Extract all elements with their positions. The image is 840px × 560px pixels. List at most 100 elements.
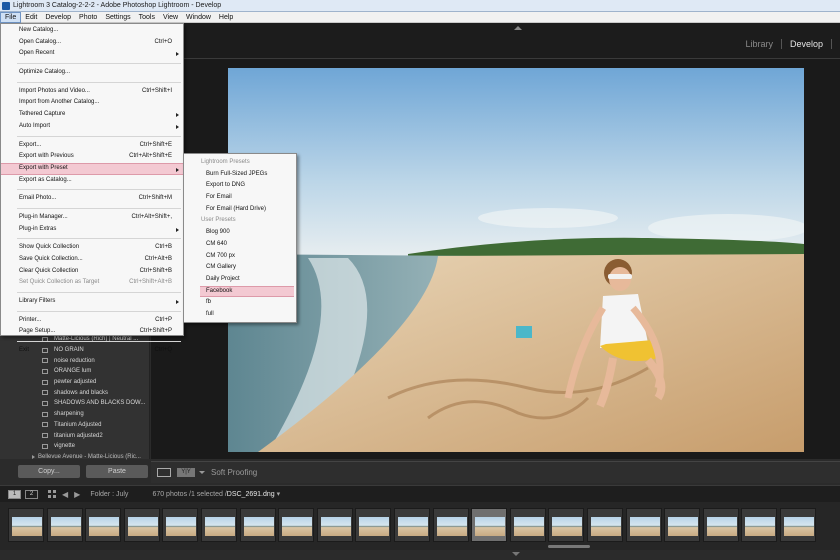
menu-item-import-photos-and-video[interactable]: Import Photos and Video... Ctrl+Shift+I	[1, 86, 183, 98]
filmstrip-thumbnail[interactable]	[355, 508, 392, 542]
preset-folder[interactable]: Bellevue Avenue - Matte-Licious (Ric...	[18, 452, 148, 462]
menu-item-printer[interactable]: Printer... Ctrl+P	[1, 315, 183, 327]
main-photo[interactable]	[228, 68, 804, 452]
soft-proofing-label[interactable]: Soft Proofing	[211, 468, 257, 477]
selected-filename[interactable]: DSC_2691.dng	[227, 491, 275, 498]
menu-item-daily-project[interactable]: Daily Project	[184, 274, 296, 286]
filmstrip-thumbnail[interactable]	[625, 508, 662, 542]
filmstrip-thumbnail[interactable]	[85, 508, 122, 542]
copy-button[interactable]: Copy...	[18, 465, 80, 478]
menu-item-export-as-catalog[interactable]: Export as Catalog...	[1, 175, 183, 187]
module-m[interactable]: M	[832, 39, 840, 49]
menu-item-export-with-previous[interactable]: Export with Previous Ctrl+Alt+Shift+E	[1, 151, 183, 163]
menu-item-for-email-hard-drive[interactable]: For Email (Hard Drive)	[184, 204, 296, 216]
preset-item[interactable]: ORANGE lum	[18, 366, 148, 377]
menu-item-tethered-capture[interactable]: Tethered Capture	[1, 109, 183, 121]
menu-tools[interactable]: Tools	[135, 12, 159, 23]
preset-item[interactable]: sharpening	[18, 409, 148, 420]
menu-item-plug-in-manager[interactable]: Plug-in Manager... Ctrl+Alt+Shift+,	[1, 212, 183, 224]
menu-item-blog-900[interactable]: Blog 900	[184, 227, 296, 239]
preset-item[interactable]: vignette	[18, 441, 148, 452]
menu-item-full[interactable]: full	[184, 309, 296, 321]
menu-file[interactable]: File	[0, 11, 22, 23]
filmstrip-source[interactable]: Folder : July	[90, 491, 128, 498]
thumbnail-image	[205, 517, 235, 536]
disclosure-triangle-icon[interactable]	[32, 454, 35, 459]
menu-item-open-catalog[interactable]: Open Catalog... Ctrl+O	[1, 37, 183, 49]
menu-item-cm-gallery[interactable]: CM Gallery	[184, 262, 296, 274]
collapse-top-panel-icon[interactable]	[514, 26, 522, 30]
menu-item-for-email[interactable]: For Email	[184, 192, 296, 204]
menu-item-optimize-catalog[interactable]: Optimize Catalog...	[1, 67, 183, 79]
grid-view-icon[interactable]	[48, 490, 56, 498]
module-develop[interactable]: Develop	[782, 39, 832, 49]
back-arrow-icon[interactable]: ◀	[62, 490, 68, 499]
before-after-dropdown-icon[interactable]	[199, 471, 205, 474]
menu-item-open-recent[interactable]: Open Recent	[1, 48, 183, 60]
preset-item[interactable]: SHADOWS AND BLACKS DOW...	[18, 398, 148, 409]
paste-button[interactable]: Paste	[86, 465, 148, 478]
filmstrip-thumbnail[interactable]	[162, 508, 199, 542]
title-bar: Lightroom 3 Catalog-2-2-2 - Adobe Photos…	[0, 0, 840, 12]
filmstrip-thumbnail[interactable]	[46, 508, 83, 542]
filmstrip-thumbnail[interactable]	[702, 508, 739, 542]
menu-item-clear-quick-collection[interactable]: Clear Quick Collection Ctrl+Shift+B	[1, 266, 183, 278]
preset-item[interactable]: titanium adjusted2	[18, 430, 148, 441]
filmstrip-thumbnail[interactable]	[664, 508, 701, 542]
menu-photo[interactable]: Photo	[75, 12, 101, 23]
menu-separator	[17, 289, 181, 294]
before-after-toggle[interactable]: Y|Y	[177, 468, 195, 477]
filmstrip-scrollbar[interactable]	[548, 545, 590, 548]
menu-item-exit[interactable]: Exit Ctrl+Q	[1, 345, 183, 357]
menu-settings[interactable]: Settings	[101, 12, 134, 23]
preset-item[interactable]: noise reduction	[18, 355, 148, 366]
menu-window[interactable]: Window	[182, 12, 215, 23]
menu-item-email-photo[interactable]: Email Photo... Ctrl+Shift+M	[1, 193, 183, 205]
filmstrip-thumbnail[interactable]	[278, 508, 315, 542]
menu-item-burn-full-sized-jpegs[interactable]: Burn Full-Sized JPEGs	[184, 169, 296, 181]
menu-item-export-with-preset[interactable]: Export with Preset	[1, 162, 183, 175]
menu-item-page-setup[interactable]: Page Setup... Ctrl+Shift+P	[1, 326, 183, 338]
menu-item-facebook[interactable]: Facebook	[200, 285, 294, 298]
menu-develop[interactable]: Develop	[41, 12, 75, 23]
menu-item-library-filters[interactable]: Library Filters	[1, 296, 183, 308]
preset-item[interactable]: shadows and blacks	[18, 387, 148, 398]
menu-item-auto-import[interactable]: Auto Import	[1, 121, 183, 133]
filmstrip-thumbnail[interactable]	[587, 508, 623, 542]
menu-item-plug-in-extras[interactable]: Plug-in Extras	[1, 224, 183, 236]
filmstrip-thumbnail[interactable]	[239, 508, 276, 542]
preset-item[interactable]: Titanium Adjusted	[18, 420, 148, 431]
filmstrip-thumbnail[interactable]	[201, 508, 237, 542]
filmstrip-thumbnail[interactable]	[548, 508, 585, 542]
filmstrip-thumbnail[interactable]	[509, 508, 546, 542]
menu-item-cm-700-px[interactable]: CM 700 px	[184, 251, 296, 263]
secondary-display-button[interactable]: 2	[25, 489, 38, 499]
module-library[interactable]: Library	[737, 39, 782, 49]
filmstrip-thumbnail[interactable]	[471, 508, 508, 542]
menu-item-import-from-another-catalog[interactable]: Import from Another Catalog...	[1, 97, 183, 109]
menu-item-fb[interactable]: fb	[184, 297, 296, 309]
collapse-filmstrip-icon[interactable]	[512, 552, 520, 556]
filmstrip-thumbnail[interactable]	[394, 508, 430, 542]
filmstrip-thumbnail[interactable]	[8, 508, 44, 542]
menu-item-save-quick-collection[interactable]: Save Quick Collection... Ctrl+Alt+B	[1, 254, 183, 266]
filmstrip-thumbnail[interactable]	[780, 508, 816, 542]
preset-item[interactable]: pewter adjusted	[18, 377, 148, 388]
menu-item-cm-640[interactable]: CM 640	[184, 239, 296, 251]
filmstrip-thumbnail[interactable]	[432, 508, 469, 542]
forward-arrow-icon[interactable]: ▶	[74, 490, 80, 499]
menu-item-show-quick-collection[interactable]: Show Quick Collection Ctrl+B	[1, 242, 183, 254]
filmstrip-thumbnail[interactable]	[741, 508, 778, 542]
filmstrip-thumbnail[interactable]	[123, 508, 160, 542]
primary-display-button[interactable]: 1	[8, 489, 21, 499]
menu-help[interactable]: Help	[215, 12, 237, 23]
submenu-arrow-icon	[176, 227, 179, 232]
menu-item-new-catalog[interactable]: New Catalog...	[1, 25, 183, 37]
loupe-view-icon[interactable]	[157, 468, 171, 477]
submenu-arrow-icon	[176, 124, 179, 129]
menu-edit[interactable]: Edit	[21, 12, 41, 23]
menu-item-export[interactable]: Export... Ctrl+Shift+E	[1, 140, 183, 152]
menu-view[interactable]: View	[159, 12, 182, 23]
filmstrip-thumbnail[interactable]	[316, 508, 353, 542]
menu-item-export-to-dng[interactable]: Export to DNG	[184, 180, 296, 192]
